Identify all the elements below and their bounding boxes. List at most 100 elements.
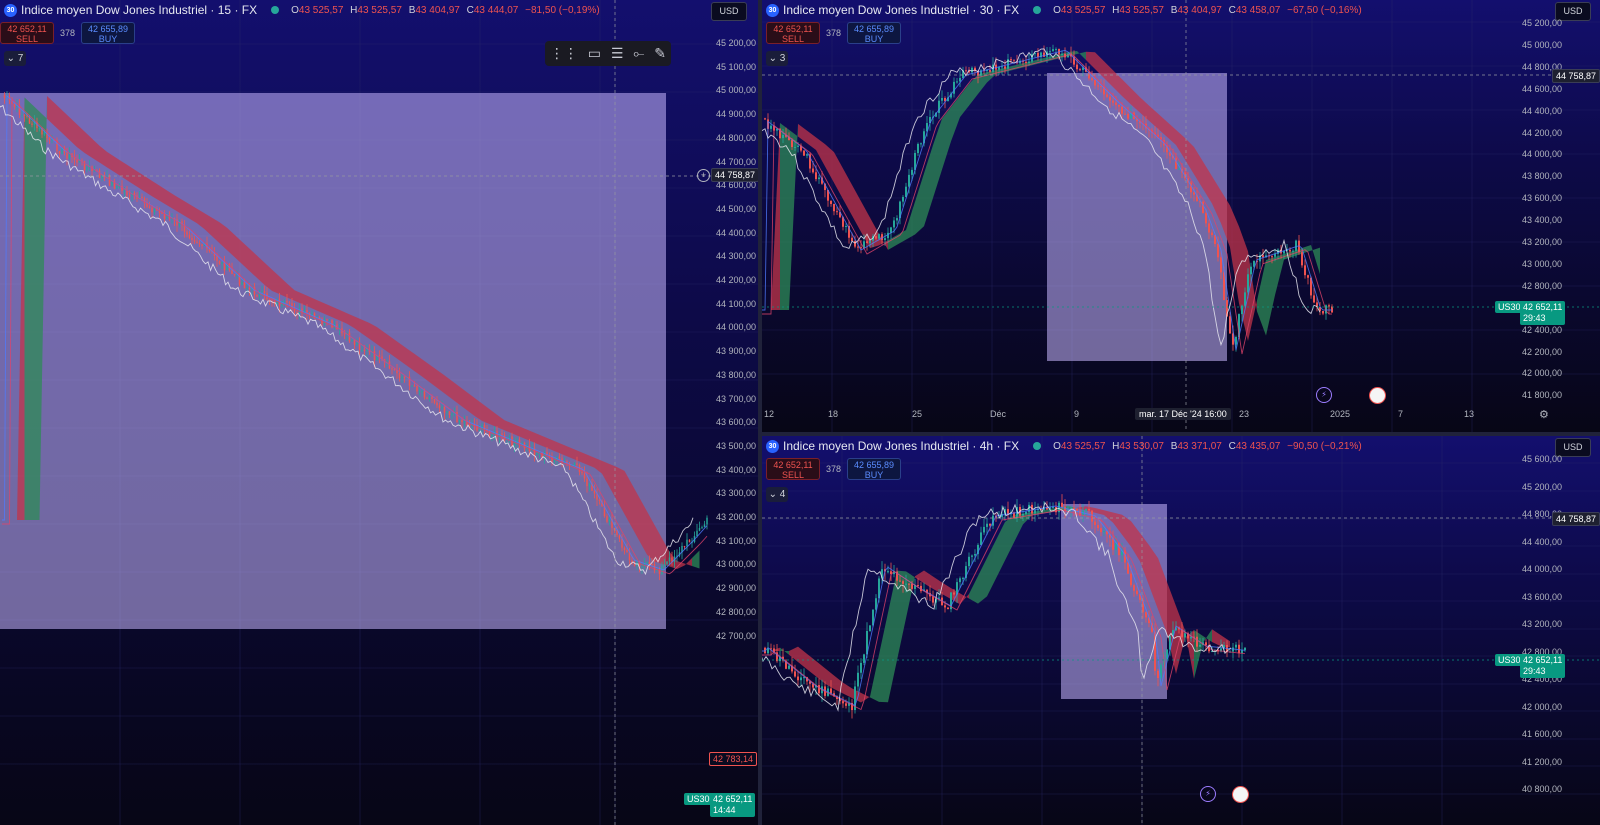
candle-body [1052, 506, 1054, 508]
currency-select[interactable]: USD [711, 2, 747, 21]
candle-body [902, 581, 904, 584]
time-axis-tick: 2025 [1330, 409, 1351, 419]
ichimoku-cloud-segment [906, 571, 915, 619]
line-tool-icon[interactable]: ⟜ [633, 45, 644, 62]
candle-body [76, 159, 78, 163]
ohlc-values: O43 525,57 H43 525,57 B43 404,97 C43 444… [291, 4, 600, 16]
candle-body [1106, 94, 1108, 97]
price-axis-tick: 45 000,00 [1522, 39, 1563, 50]
symbol-badge-icon: 30 [766, 3, 779, 17]
ichimoku-cloud-segment [933, 118, 942, 198]
candle-body [1196, 636, 1198, 647]
candle-body [108, 176, 111, 186]
candle-body [641, 566, 643, 568]
candle-body [513, 442, 516, 446]
candle-body [845, 703, 847, 706]
indicators-toggle[interactable]: ⌄ 7 [4, 51, 26, 66]
candle-body [803, 150, 805, 156]
chart-pane-4h[interactable]: 30 Indice moyen Dow Jones Industriel · 4… [762, 436, 1600, 825]
rectangle-tool-icon[interactable]: ▭ [588, 45, 601, 62]
candle-body [818, 685, 820, 694]
candle-body [233, 274, 236, 276]
chart-title: Indice moyen Dow Jones Industriel · 4h ·… [783, 439, 1020, 453]
add-alert-icon[interactable]: + [697, 169, 710, 182]
candle-body [767, 648, 769, 654]
buy-button[interactable]: 42 655,89 BUY [81, 22, 136, 44]
ichimoku-cloud-segment [897, 570, 906, 661]
candle-body [1091, 78, 1093, 80]
time-axis-tick: 18 [828, 409, 839, 419]
price-axis-tick: 44 400,00 [716, 227, 757, 238]
price-chart-30m[interactable] [762, 0, 1600, 432]
candle-body [782, 135, 784, 139]
candle-body [576, 463, 578, 465]
candle-body [794, 146, 796, 148]
settings-lines-icon[interactable]: ☰ [611, 45, 624, 62]
candle-body [1199, 644, 1201, 647]
candle-body [401, 376, 403, 379]
candle-body [1211, 232, 1213, 236]
ichimoku-cloud-segment [897, 230, 906, 245]
candle-body [1109, 96, 1111, 101]
price-axis-tick: 45 600,00 [1522, 454, 1563, 464]
candle-body [198, 243, 201, 245]
ichimoku-cloud-segment [1275, 254, 1284, 296]
chart-pane-30m[interactable]: 30 Indice moyen Dow Jones Industriel · 3… [762, 0, 1600, 432]
candle-body [221, 261, 223, 264]
chart-pane-15m[interactable]: 30 Indice moyen Dow Jones Industriel · 1… [0, 0, 758, 825]
candle-body [857, 672, 859, 687]
price-chart-4h[interactable] [762, 436, 1600, 825]
price-axis-tick: 44 800,00 [716, 132, 757, 143]
us-flag-event-icon[interactable] [1232, 786, 1249, 803]
us-flag-event-icon[interactable] [1369, 387, 1386, 404]
candle-body [461, 420, 463, 423]
buy-button[interactable]: 42 655,89 BUY [847, 22, 902, 44]
last-price-label: 42 652,11 29:43 [1520, 301, 1566, 325]
lightning-event-icon[interactable]: ⚡ [1200, 786, 1216, 802]
candle-body [426, 397, 428, 399]
candle-body [593, 490, 596, 494]
price-axis-tick: 40 800,00 [1522, 784, 1563, 794]
brush-tool-icon[interactable]: ✎ [654, 45, 666, 62]
candle-body [1205, 642, 1207, 646]
ichimoku-cloud-segment [1212, 629, 1221, 647]
candle-body [905, 583, 907, 585]
candle-body [66, 152, 68, 159]
ichimoku-cloud-segment [879, 234, 888, 250]
candle-body [1091, 510, 1093, 522]
candle-body [851, 237, 853, 241]
candle-body [1049, 51, 1051, 53]
candle-body [1193, 192, 1195, 195]
price-axis-tick: 43 200,00 [1522, 237, 1563, 247]
candle-body [216, 256, 218, 262]
candle-body [651, 563, 653, 565]
drag-handle-icon[interactable]: ⋮⋮ [550, 45, 578, 62]
price-axis-tick: 44 300,00 [716, 251, 757, 262]
indicators-toggle[interactable]: ⌄ 4 [766, 487, 788, 502]
candle-body [989, 70, 991, 72]
candle-body [863, 654, 865, 663]
sell-button[interactable]: 42 652,11 SELL [766, 22, 820, 44]
lightning-event-icon[interactable]: ⚡ [1316, 387, 1332, 403]
candle-body [153, 208, 156, 213]
candle-body [1217, 244, 1219, 258]
candle-body [959, 578, 961, 583]
buy-button[interactable]: 42 655,89 BUY [847, 458, 902, 480]
candle-body [1100, 528, 1102, 533]
candle-body [478, 430, 481, 432]
sell-button[interactable]: 42 652,11 SELL [766, 458, 820, 480]
trade-panel: 42 652,11 SELL 378 42 655,89 BUY [766, 22, 902, 44]
sell-button[interactable]: 42 652,11 SELL [0, 22, 54, 44]
candle-body [1124, 113, 1126, 115]
price-axis-tick: 44 400,00 [1522, 536, 1563, 547]
candle-body [1079, 69, 1081, 71]
candle-body [1073, 508, 1075, 510]
gear-icon[interactable]: ⚙ [1539, 408, 1549, 421]
candle-body [1157, 670, 1159, 678]
indicators-toggle[interactable]: ⌄ 3 [766, 51, 788, 66]
price-chart-15m[interactable] [0, 0, 758, 825]
candle-body [141, 197, 143, 199]
candle-body [917, 585, 919, 587]
candle-body [446, 411, 448, 413]
price-axis-tick: 43 100,00 [716, 535, 757, 546]
